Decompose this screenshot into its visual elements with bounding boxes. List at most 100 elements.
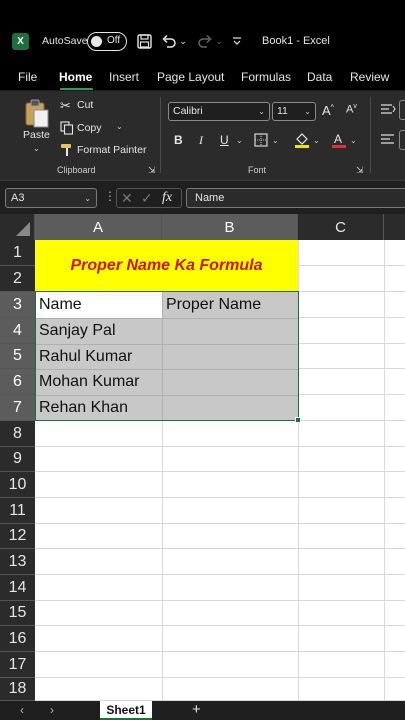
ribbon-partial-control[interactable] [399,130,405,150]
column-headers: A B C [0,214,405,240]
row-header-5[interactable]: 5 [0,344,35,369]
cut-icon[interactable]: ✂ [60,98,74,113]
clipboard-launcher-icon[interactable]: ⇲ [148,165,156,176]
tab-data[interactable]: Data [307,70,332,84]
row-header-17[interactable]: 17 [0,652,35,678]
row-header-14[interactable]: 14 [0,575,35,601]
cell-a3[interactable]: Name [35,292,162,318]
tab-home[interactable]: Home [59,70,92,84]
excel-logo-icon: X [12,33,29,50]
ribbon-partial-control[interactable] [399,100,405,120]
customize-toolbar-icon[interactable] [230,31,244,51]
tab-review[interactable]: Review [350,70,389,84]
font-launcher-icon[interactable]: ⇲ [356,165,364,176]
row-header-6[interactable]: 6 [0,369,35,395]
copy-button[interactable]: Copy [77,122,102,134]
cell-a7[interactable]: Rehan Khan [35,395,162,421]
row-header-11[interactable]: 11 [0,498,35,524]
ribbon-tabs: File Home Insert Page Layout Formulas Da… [0,66,405,91]
underline-dropdown-chevron-icon[interactable]: ⌄ [236,136,243,145]
save-icon[interactable] [135,31,153,51]
gridline [35,651,405,652]
toggle-knob [91,35,102,47]
redo-icon[interactable] [196,31,214,51]
row-header-15[interactable]: 15 [0,601,35,626]
bold-button[interactable]: B [174,133,183,147]
undo-icon[interactable] [160,31,178,51]
font-name-value: Calibri [173,105,203,117]
scroll-right-icon[interactable]: › [50,703,54,717]
row-header-16[interactable]: 16 [0,626,35,652]
row-header-8[interactable]: 8 [0,421,35,447]
enter-icon[interactable]: ✓ [141,190,153,207]
column-header-d[interactable] [384,214,405,240]
title-cell[interactable]: Proper Name Ka Formula [35,240,298,292]
format-painter-button[interactable]: Format Painter [77,144,146,156]
paste-button[interactable]: Paste [23,129,50,141]
font-color-dropdown-chevron-icon[interactable]: ⌄ [350,136,357,145]
document-title: Book1 - Excel [262,35,330,47]
autosave-label: AutoSave [42,35,88,47]
row-header-9[interactable]: 9 [0,447,35,472]
cut-button[interactable]: Cut [77,99,93,111]
paste-icon[interactable] [23,99,51,129]
tab-formulas[interactable]: Formulas [241,70,291,84]
ribbon-divider [160,97,161,173]
italic-button[interactable]: I [199,133,203,148]
chevron-down-icon: ⌄ [258,107,265,116]
fill-color-dropdown-chevron-icon[interactable]: ⌄ [313,136,320,145]
name-box-value: A3 [11,192,25,204]
paste-dropdown-chevron-icon[interactable]: ⌄ [33,144,40,153]
title-bar: X AutoSave Off ⌄ ⌄ Book1 - Excel [0,22,405,62]
underline-button[interactable]: U [220,133,229,147]
format-painter-icon[interactable] [60,143,74,157]
increase-font-size-icon[interactable]: A^ [322,103,334,118]
name-box[interactable]: A3 ⌄ [5,188,97,208]
row-header-10[interactable]: 10 [0,472,35,498]
gridline [35,471,405,472]
align-left-icon[interactable] [380,133,396,147]
row-header-4[interactable]: 4 [0,318,35,344]
insert-function-icon[interactable]: fx [162,190,172,206]
tab-file[interactable]: File [18,70,37,84]
tab-page-layout[interactable]: Page Layout [157,70,224,84]
column-header-a[interactable]: A [35,214,162,240]
row-header-18[interactable]: 18 [0,678,35,701]
row-header-12[interactable]: 12 [0,524,35,549]
borders-icon[interactable] [254,133,268,147]
row-header-3[interactable]: 3 [0,292,35,318]
decrease-font-size-icon[interactable]: Av [346,103,357,116]
font-color-icon[interactable]: A [332,131,346,149]
select-all-corner[interactable] [0,214,35,240]
row-header-2[interactable]: 2 [0,266,35,292]
tab-insert[interactable]: Insert [109,70,139,84]
cell-b3[interactable]: Proper Name [162,292,298,318]
cell-a6[interactable]: Mohan Kumar [35,369,162,395]
undo-dropdown-chevron-icon[interactable]: ⌄ [179,31,187,51]
sheet-tab-sheet1[interactable]: Sheet1 [100,701,152,720]
copy-dropdown-chevron-icon[interactable]: ⌄ [116,122,123,131]
gridline [35,548,405,549]
row-header-13[interactable]: 13 [0,549,35,575]
redo-dropdown-chevron-icon[interactable]: ⌄ [215,31,223,51]
fill-handle[interactable] [295,417,301,423]
cell-a5[interactable]: Rahul Kumar [35,344,162,369]
row-header-7[interactable]: 7 [0,395,35,421]
cell-a4[interactable]: Sanjay Pal [35,318,162,344]
font-name-combo[interactable]: Calibri ⌄ [168,102,270,121]
autosave-toggle[interactable]: Off [87,32,127,51]
scroll-left-icon[interactable]: ‹ [20,703,24,717]
add-sheet-icon[interactable]: + [192,701,201,718]
more-options-icon[interactable]: ⋮ [104,189,116,203]
worksheet-grid[interactable]: A B C Proper Name Ka Formula Name Proper… [0,214,405,701]
wrap-text-icon[interactable] [380,103,396,117]
borders-dropdown-chevron-icon[interactable]: ⌄ [272,136,279,145]
column-header-c[interactable]: C [298,214,384,240]
font-size-combo[interactable]: 11 ⌄ [272,102,316,121]
column-header-b[interactable]: B [162,214,298,240]
row-header-1[interactable]: 1 [0,240,35,266]
cancel-icon[interactable]: ✕ [121,190,133,207]
fill-color-icon[interactable] [294,131,310,149]
copy-icon[interactable] [60,121,74,135]
formula-input[interactable]: Name [186,188,405,208]
